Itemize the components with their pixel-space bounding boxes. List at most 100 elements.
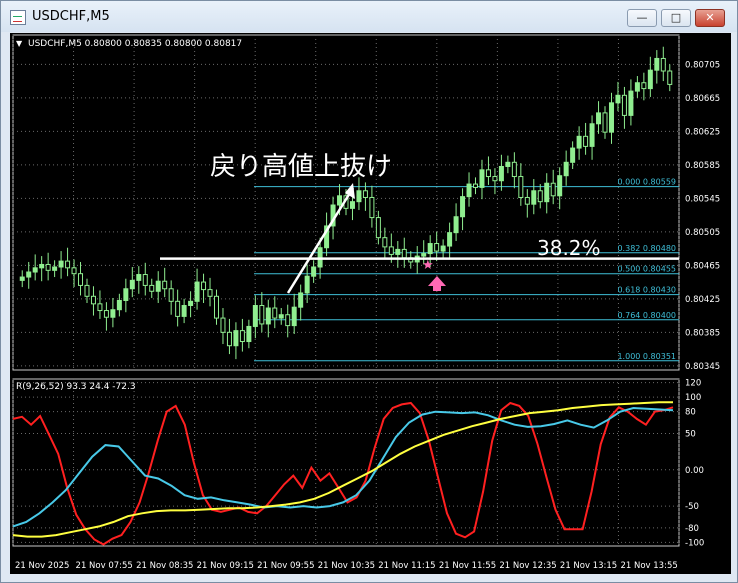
up-arrow-icon <box>428 276 446 291</box>
fib-level-label: 0.000 0.80559 <box>617 178 676 187</box>
candle <box>492 168 498 195</box>
candle-body <box>434 243 440 252</box>
candle-body <box>103 310 109 318</box>
candle <box>524 189 530 218</box>
candle-body <box>557 175 563 197</box>
candle-body <box>207 289 213 297</box>
x-tick-label: 21 Nov 10:35 <box>318 561 375 571</box>
candle-body <box>615 94 621 104</box>
candle-body <box>39 263 45 269</box>
candle-body <box>317 247 323 268</box>
candle <box>252 295 258 339</box>
candle <box>65 247 71 277</box>
candle-body <box>570 147 576 163</box>
y-tick-label: 0.80585 <box>685 161 720 171</box>
osc-y-tick-label: -50 <box>685 502 699 512</box>
window-title: USDCHF,M5 <box>32 9 110 24</box>
candle-body <box>188 300 194 307</box>
chart-canvas[interactable]: 0.80705 0.80665 0.80625 0.80585 0.80545 0.805… <box>10 33 731 574</box>
chart-area[interactable]: 0.80705 0.80665 0.80625 0.80585 0.80545 0.805… <box>10 33 731 574</box>
candle <box>628 79 634 126</box>
candle <box>382 227 388 259</box>
candle-body <box>421 253 427 257</box>
terminal-window: USDCHF,M5 — □ ✕ 0.80705 0.80665 0.80625 0.8… <box>0 0 738 583</box>
candle-body <box>220 317 226 333</box>
candle-body <box>518 176 524 198</box>
candle-body <box>492 176 498 182</box>
candle <box>142 262 148 296</box>
candle-body <box>226 331 232 347</box>
osc-y-tick-label: 80 <box>685 408 696 418</box>
fib-level-label: 0.500 0.80455 <box>617 265 676 274</box>
candle-body <box>524 196 530 205</box>
fib-level-label: 0.764 0.80400 <box>617 311 676 320</box>
candle-body <box>90 295 96 305</box>
candle <box>434 231 440 262</box>
candle-body <box>272 307 278 319</box>
candle-body <box>498 165 504 182</box>
candle <box>298 284 304 321</box>
candle-body <box>382 237 388 248</box>
candle-body <box>563 161 569 177</box>
candle <box>369 185 375 228</box>
candle <box>589 115 595 160</box>
candle <box>621 86 627 129</box>
x-tick-label: 21 Nov 09:55 <box>257 561 314 571</box>
candle <box>32 254 38 281</box>
candle <box>272 296 278 329</box>
candle <box>26 261 32 289</box>
candle <box>466 172 472 207</box>
candle <box>634 76 640 98</box>
minimize-button[interactable]: — <box>627 9 657 27</box>
candle-body <box>136 274 142 281</box>
y-tick-label: 0.80545 <box>685 194 720 204</box>
osc-y-tick-label: 100 <box>685 393 701 403</box>
candle-body <box>65 260 71 269</box>
chart-header-text: USDCHF,M5 0.80800 0.80835 0.80800 0.8081… <box>28 39 242 49</box>
maximize-icon: □ <box>670 11 682 24</box>
candle-body <box>440 245 446 252</box>
candle-body <box>116 299 122 311</box>
candle-body <box>26 271 32 278</box>
candle <box>570 141 576 169</box>
candle-body <box>52 266 58 271</box>
candle-body <box>634 82 640 92</box>
header-dropdown-icon[interactable]: ▼ <box>16 39 23 48</box>
candle-body <box>32 267 38 273</box>
candle <box>453 203 459 242</box>
candle <box>188 291 194 318</box>
maximize-button[interactable]: □ <box>661 9 691 27</box>
candle-body <box>155 280 161 292</box>
candle <box>440 239 446 258</box>
candle <box>207 277 213 307</box>
chart-window-icon <box>10 10 26 25</box>
candle <box>544 173 550 214</box>
candle-body <box>667 70 673 85</box>
title-bar[interactable]: USDCHF,M5 — □ ✕ <box>1 1 737 32</box>
candle-body <box>337 195 343 206</box>
candle-body <box>149 284 155 292</box>
candle-body <box>252 305 258 327</box>
candle <box>375 210 381 245</box>
close-icon: ✕ <box>705 11 715 24</box>
candle-body <box>304 275 310 294</box>
candle <box>505 155 511 174</box>
candle-body <box>233 330 239 347</box>
close-button[interactable]: ✕ <box>695 9 725 27</box>
candle-body <box>97 303 103 312</box>
candle <box>71 259 77 288</box>
candle <box>557 167 563 210</box>
candle <box>311 260 317 283</box>
candle <box>175 289 181 327</box>
candle <box>485 156 491 185</box>
candle <box>395 241 401 268</box>
candle <box>518 163 524 206</box>
candle-body <box>239 330 245 343</box>
candle <box>162 267 168 298</box>
x-tick-label: 21 Nov 08:35 <box>136 561 193 571</box>
candle <box>531 179 537 215</box>
candle <box>52 260 58 278</box>
candle <box>537 184 543 209</box>
candle <box>220 308 226 345</box>
candle-body <box>427 243 433 255</box>
